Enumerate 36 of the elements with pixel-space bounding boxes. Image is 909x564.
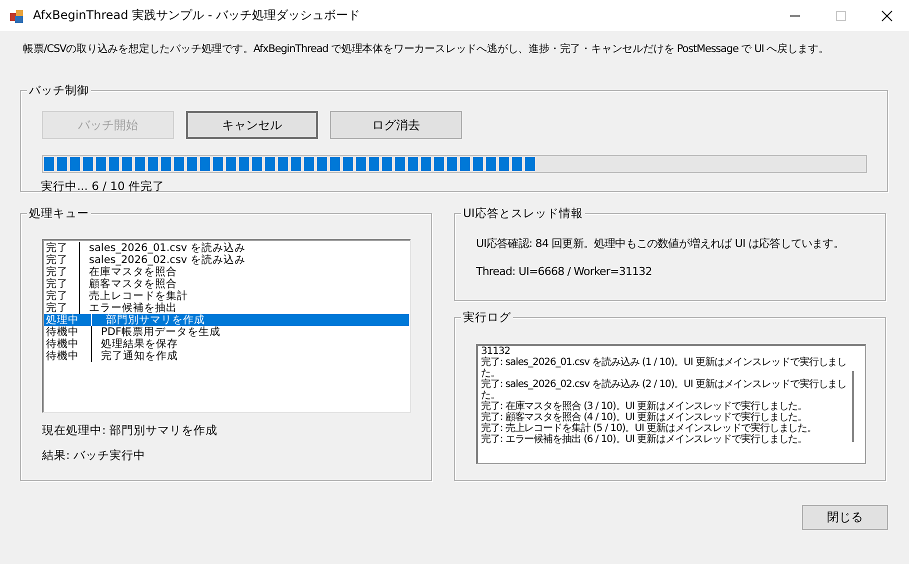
- log-line: 完了: 在庫マスタを照合 (3 / 10)。UI 更新はメインスレッドで実行しました。: [481, 401, 808, 412]
- log-line: 完了: エラー候補を抽出 (6 / 10)。UI 更新はメインスレッドで実行しました。: [481, 434, 808, 445]
- queue-item[interactable]: 完了 在庫マスタを照合: [44, 266, 409, 278]
- close-icon[interactable]: [881, 10, 893, 22]
- action-button[interactable]: ログ消去: [330, 111, 462, 139]
- group-title: 実行ログ: [461, 310, 513, 324]
- action-button[interactable]: キャンセル: [186, 111, 318, 139]
- description-text: 帳票/CSVの取り込みを想定したバッチ処理です。AfxBeginThread で処理本体をワーカースレッドへ逃がし、進捗・完了・キャンセルだけを PostMessage で UI へ戻します。: [23, 43, 830, 56]
- window-title: AfxBeginThread 実践サンプル - バッチ処理ダッシュボード: [33, 7, 360, 24]
- queue-item[interactable]: 処理中 部門別サマリを作成: [44, 314, 409, 326]
- app-icon: [9, 8, 25, 24]
- group-title: バッチ制御: [27, 83, 91, 97]
- current-task-text: 現在処理中: 部門別サマリを作成: [42, 423, 219, 438]
- queue-item[interactable]: 完了 sales_2026_02.csv を読み込み: [44, 254, 409, 266]
- log-line: 完了: 売上レコードを集計 (5 / 10)。UI 更新はメインスレッドで実行しました。: [481, 423, 818, 434]
- log-line: 31132: [481, 346, 512, 357]
- queue-item[interactable]: 完了 sales_2026_01.csv を読み込み: [44, 242, 409, 254]
- thread-text: Thread: UI=6668 / Worker=31132: [476, 265, 653, 278]
- log-line: 完了: sales_2026_01.csv を読み込み (1 / 10)。UI 更新はメインスレッドで実行しました。: [481, 357, 848, 379]
- heartbeat-text: UI応答確認: 84 回更新。処理中もこの数値が増えれば UI は応答しています。: [476, 236, 845, 251]
- queue-item[interactable]: 完了 エラー候補を抽出: [44, 302, 409, 314]
- result-text: 結果: バッチ実行中: [42, 448, 147, 463]
- close-button[interactable]: 閉じる: [802, 505, 888, 530]
- log-line: 完了: 顧客マスタを照合 (4 / 10)。UI 更新はメインスレッドで実行しました。: [481, 412, 808, 423]
- log-list[interactable]: [476, 344, 866, 464]
- progress-status: 実行中... 6 / 10 件完了: [41, 179, 166, 194]
- group-title: 処理キュー: [27, 206, 91, 220]
- group-title: UI応答とスレッド情報: [461, 206, 585, 220]
- queue-item[interactable]: 待機中 PDF帳票用データを生成: [44, 326, 409, 338]
- queue-item[interactable]: 完了 顧客マスタを照合: [44, 278, 409, 290]
- queue-list[interactable]: 完了 sales_2026_01.csv を読み込み 完了 sales_2026_02.csv を読み込み 完了 在庫マスタを照合 完了 顧客マスタを照合 完了 売上レコードを集計 完了 エラー候補を抽出 処理中 部門別サマリを作成 待機中 PDF帳票用データを生成 待機中 処理結果を保存 待機中 完了通知を作成: [42, 239, 411, 413]
- maximize-icon: [835, 10, 847, 22]
- log-line: 完了: sales_2026_02.csv を読み込み (2 / 10)。UI 更新はメインスレッドで実行しました。: [481, 379, 848, 401]
- queue-item[interactable]: 待機中 完了通知を作成: [44, 350, 409, 362]
- queue-item[interactable]: 待機中 処理結果を保存: [44, 338, 409, 350]
- queue-item[interactable]: 完了 売上レコードを集計: [44, 290, 409, 302]
